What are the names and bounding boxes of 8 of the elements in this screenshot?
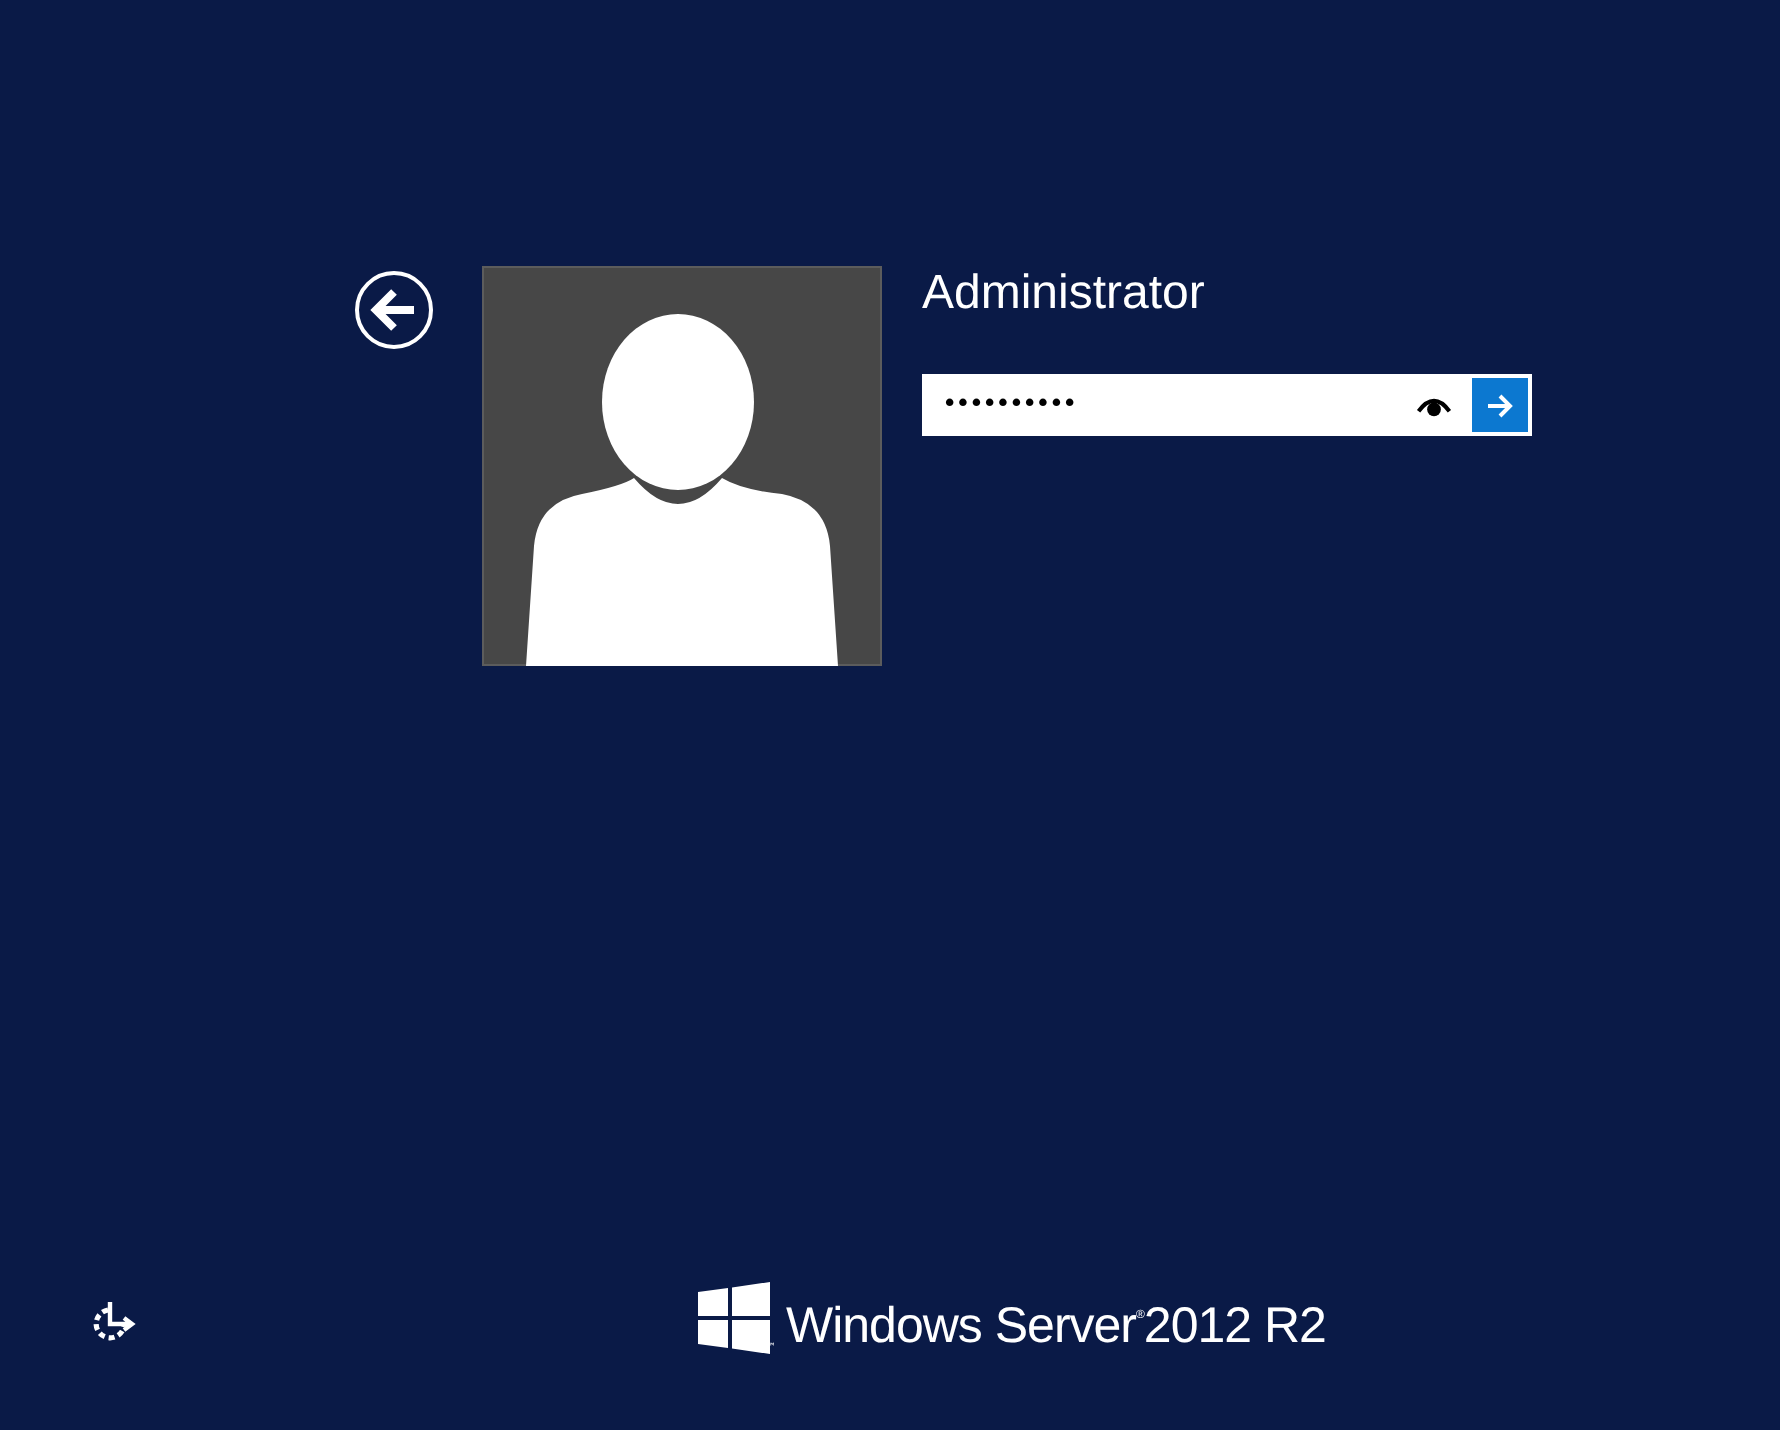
arrow-right-icon	[1486, 393, 1514, 417]
reveal-password-icon[interactable]	[1416, 393, 1452, 417]
password-field[interactable]: ••••••••••	[922, 374, 1532, 436]
back-button[interactable]	[354, 270, 434, 350]
user-name: Administrator	[922, 266, 1207, 322]
product-name: Windows Server$^{®}$2012 R2	[786, 1296, 1326, 1358]
windows-logo-icon	[698, 1282, 770, 1354]
submit-button[interactable]	[1472, 378, 1528, 432]
